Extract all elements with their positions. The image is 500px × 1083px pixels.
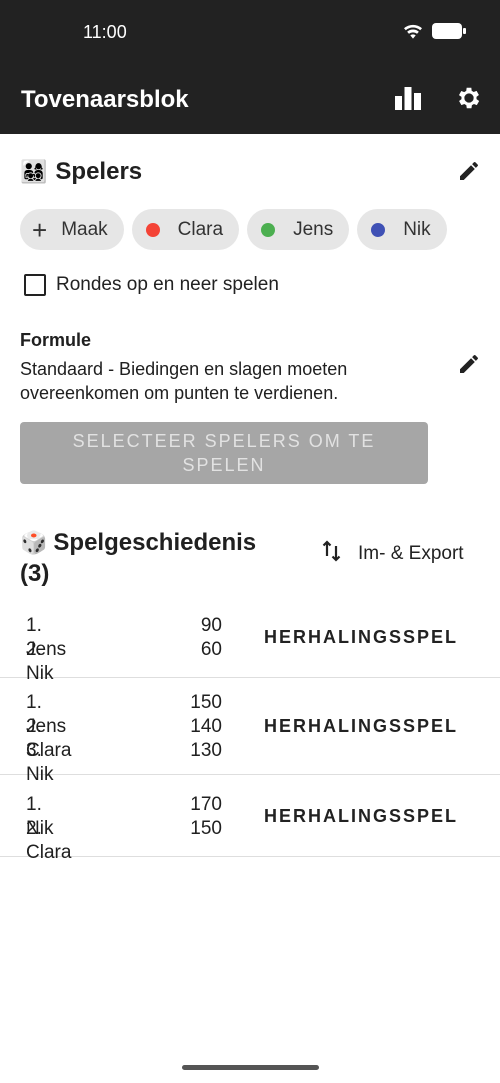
ranking-score: 90: [200, 615, 222, 636]
formula-description: Standaard - Biedingen en slagen moeten o…: [20, 359, 348, 403]
pencil-icon: [457, 159, 481, 188]
history-count: (3): [20, 560, 50, 587]
statistics-button[interactable]: [392, 84, 424, 116]
players-heading: 👨‍👩‍👧‍👦 Spelers: [20, 158, 142, 186]
player-chip-jens[interactable]: Jens: [247, 209, 350, 250]
gear-icon: [455, 84, 483, 117]
plus-icon: +: [32, 214, 48, 245]
pencil-icon: [457, 352, 481, 381]
ranking-score: 140: [190, 716, 222, 737]
player-chip-clara[interactable]: Clara: [131, 209, 240, 250]
history-list: 1. Jens 90 2. Nik 60 HERHALINGSSPEL 1. J…: [0, 600, 500, 863]
rounds-checkbox[interactable]: [24, 274, 46, 296]
player-color-dot: [371, 222, 386, 237]
family-emoji-icon: 👨‍👩‍👧‍👦: [20, 159, 48, 184]
player-chip-label: Clara: [177, 218, 224, 240]
ranking-player: 2. Clara: [26, 818, 72, 863]
settings-button[interactable]: [453, 84, 485, 116]
ranking-score: 150: [190, 692, 222, 713]
player-chip-label: Jens: [293, 218, 334, 240]
add-player-label: Maak: [61, 218, 108, 240]
player-chip-label: Nik: [403, 218, 431, 240]
edit-formula-button[interactable]: [453, 350, 485, 382]
history-game-row: 1. Jens 90 2. Nik 60 HERHALINGSSPEL: [0, 600, 500, 684]
player-color-dot: [261, 222, 276, 237]
ranking-score: 170: [190, 794, 222, 815]
replay-game-button[interactable]: HERHALINGSSPEL: [264, 716, 458, 737]
player-color-dot: [145, 222, 160, 237]
home-indicator[interactable]: [182, 1065, 319, 1070]
rounds-checkbox-label: Rondes op en neer spelen: [56, 274, 279, 295]
select-players-button: SELECTEER SPELERS OM TE SPELEN: [20, 422, 428, 484]
status-bar: 11:00: [0, 0, 500, 66]
swap-vertical-icon: [322, 540, 342, 568]
import-export-label: Im- & Export: [358, 543, 464, 564]
status-icons: [402, 22, 466, 45]
history-title: 🎲 Spelgeschiedenis (3): [20, 527, 256, 589]
history-game-row: 1. Jens 150 2. Clara 140 3. Nik 130 HERH…: [0, 678, 500, 785]
battery-icon: [432, 22, 466, 45]
player-chips: + Maak Clara Jens Nik: [20, 209, 447, 250]
edit-players-button[interactable]: [453, 157, 485, 189]
rounds-checkbox-row[interactable]: Rondes op en neer spelen: [24, 274, 279, 296]
status-time: 11:00: [83, 22, 127, 42]
history-title-label: Spelgeschiedenis: [53, 529, 257, 556]
wifi-icon: [402, 22, 424, 45]
replay-game-button[interactable]: HERHALINGSSPEL: [264, 806, 458, 827]
app-title: Tovenaarsblok: [21, 86, 189, 113]
ranking-score: 130: [190, 740, 222, 761]
player-chip-nik[interactable]: Nik: [357, 209, 447, 250]
bar-chart-icon: [394, 85, 422, 116]
add-player-chip[interactable]: + Maak: [20, 209, 124, 250]
players-heading-label: Spelers: [55, 158, 143, 185]
import-export-button[interactable]: Im- & Export: [322, 540, 464, 568]
replay-game-button[interactable]: HERHALINGSSPEL: [264, 627, 458, 648]
history-game-row: 1. Nik 170 2. Clara 150 HERHALINGSSPEL: [0, 775, 500, 863]
ranking-score: 150: [190, 818, 222, 839]
formula-label: Formule: [20, 330, 92, 350]
ranking-score: 60: [200, 639, 222, 660]
app-bar: Tovenaarsblok: [0, 66, 500, 134]
dice-emoji-icon: 🎲: [20, 530, 48, 555]
